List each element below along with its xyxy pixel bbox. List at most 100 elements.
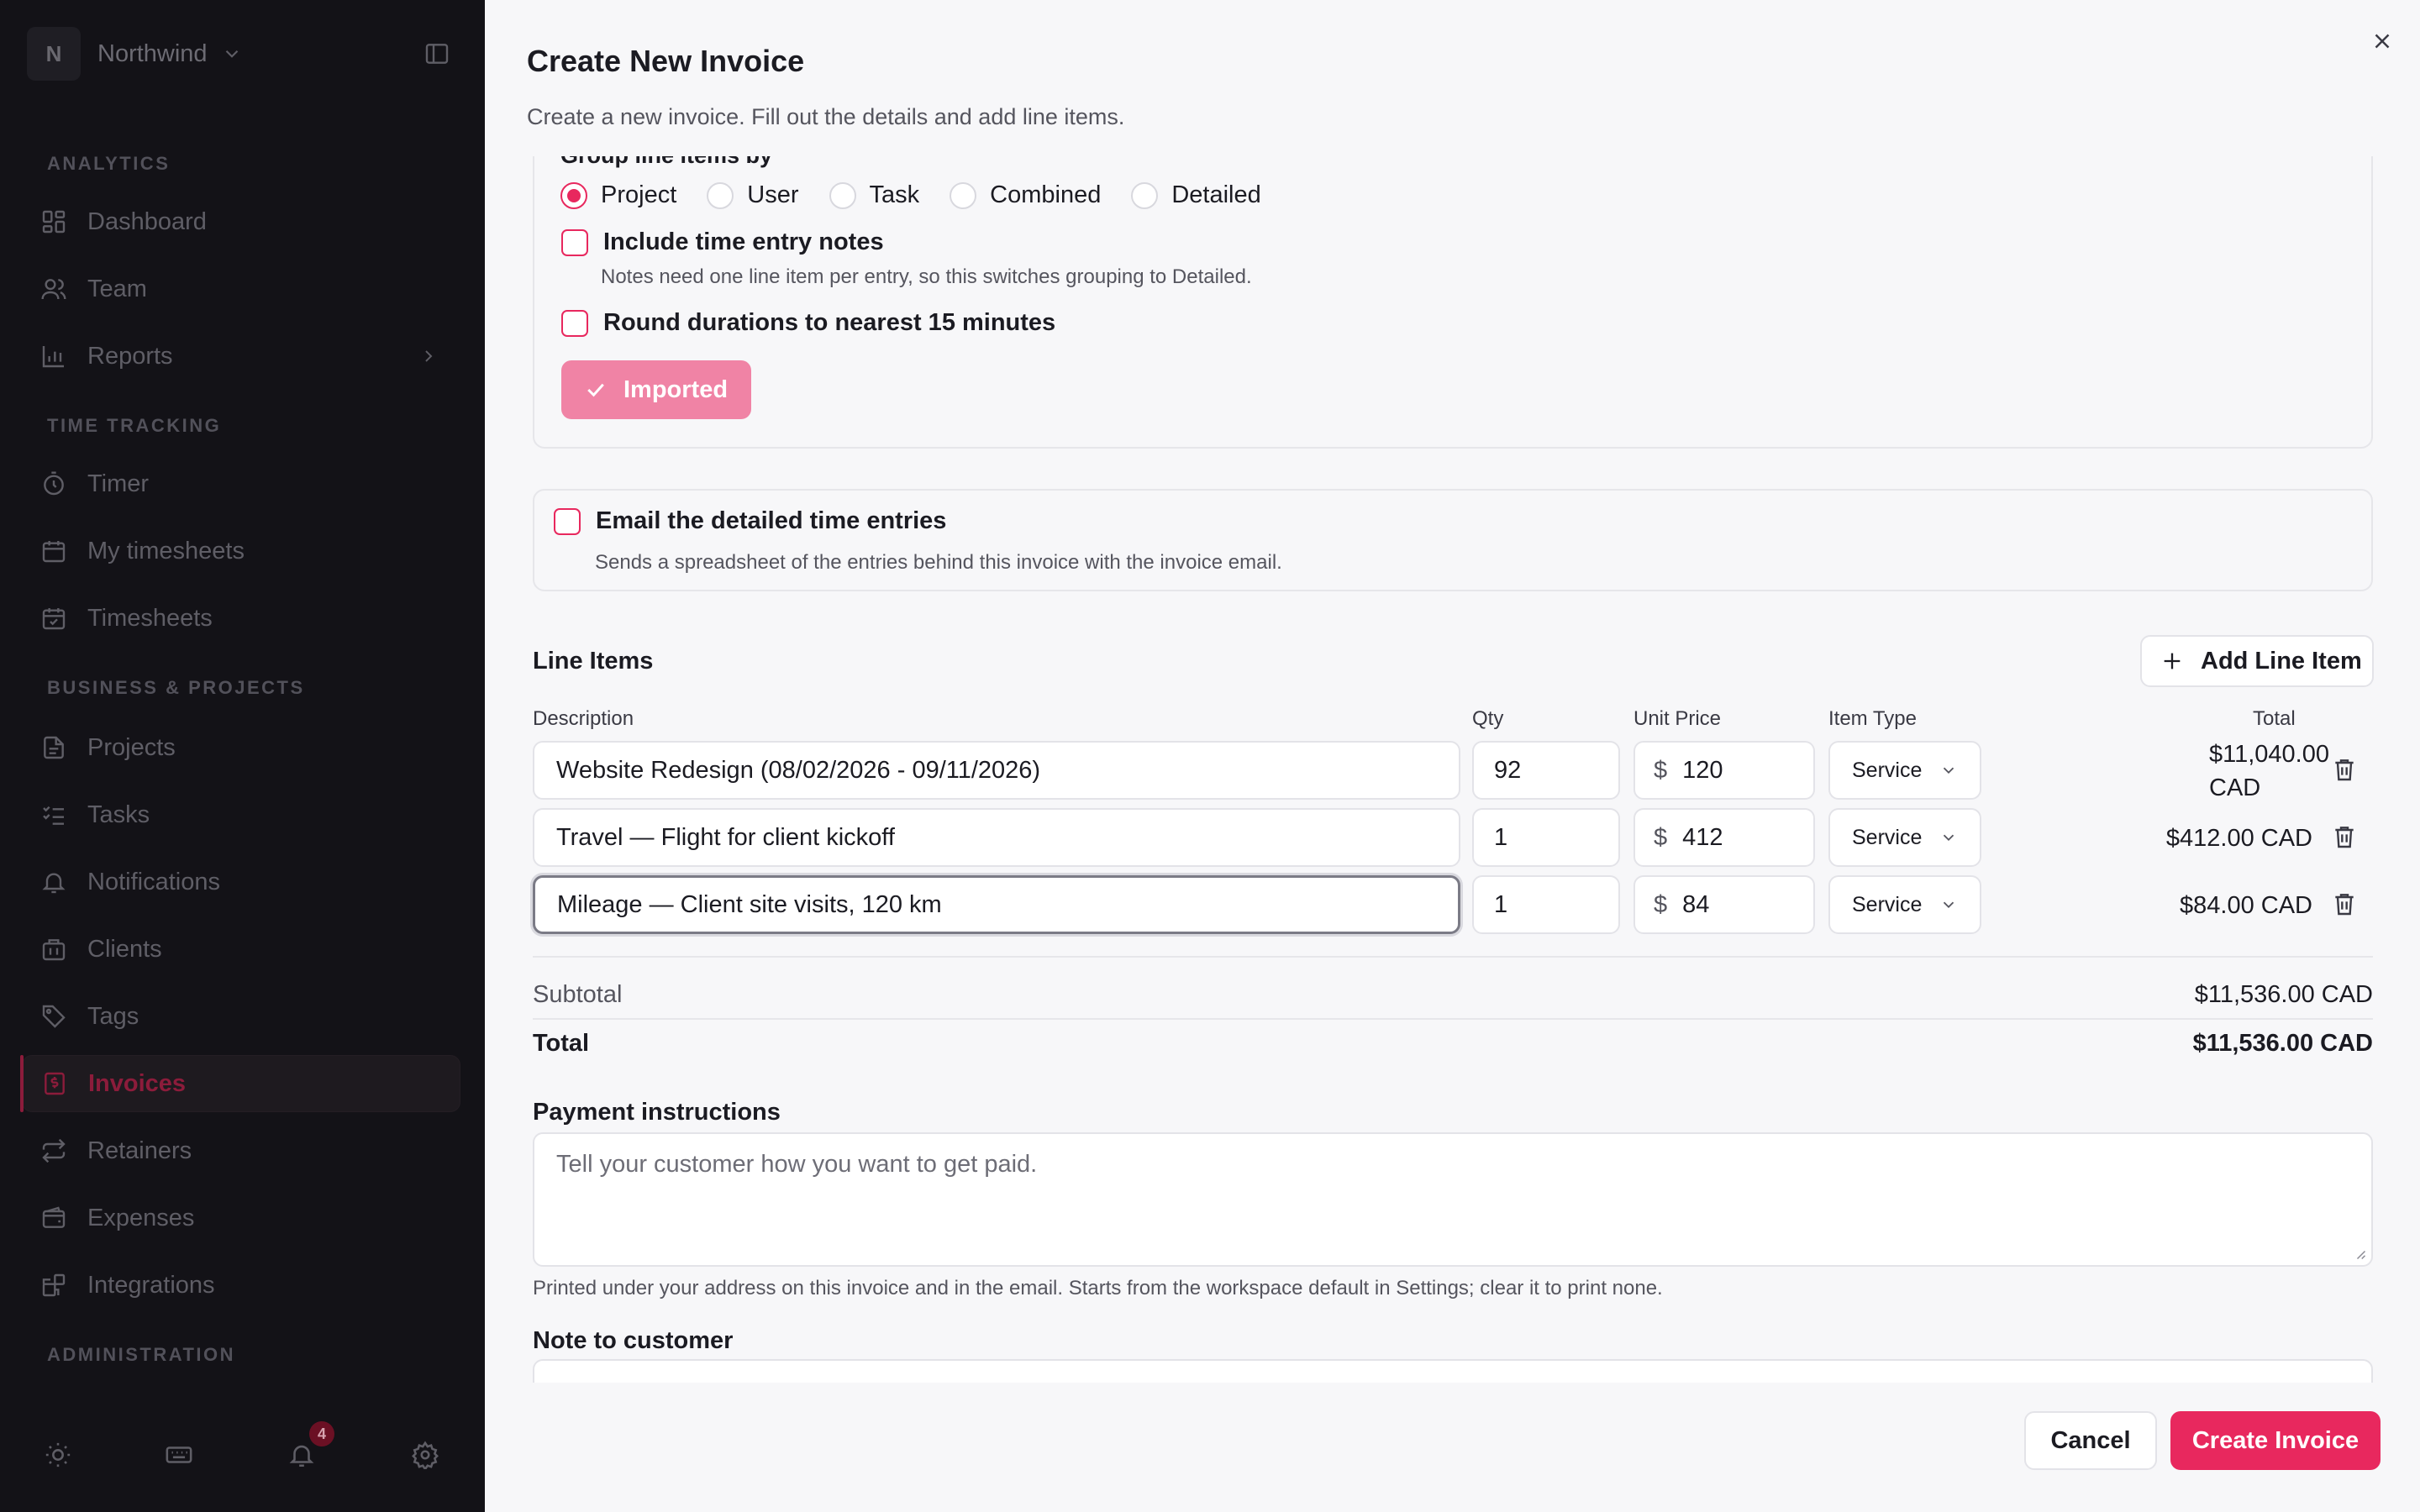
- radio-combined[interactable]: Combined: [950, 181, 1101, 209]
- create-invoice-button[interactable]: Create Invoice: [2170, 1411, 2381, 1470]
- radio-label: Detailed: [1171, 181, 1261, 208]
- list-check-icon: [43, 806, 64, 825]
- close-icon[interactable]: [2370, 29, 2395, 54]
- sidebar-toggle-icon[interactable]: [424, 40, 450, 67]
- item-type-select[interactable]: Service: [1828, 741, 1981, 800]
- email-entries-option[interactable]: Email the detailed time entries: [554, 507, 946, 535]
- radio-user[interactable]: User: [707, 181, 799, 209]
- subtotal-label: Subtotal: [533, 981, 623, 1008]
- resize-handle-icon[interactable]: [2351, 1245, 2366, 1260]
- description-input[interactable]: Website Redesign (08/02/2026 - 09/11/202…: [533, 741, 1460, 800]
- qty-input[interactable]: 1: [1472, 808, 1620, 867]
- qty-input[interactable]: 92: [1472, 741, 1620, 800]
- include-notes-checkbox[interactable]: [561, 228, 588, 256]
- sidebar-item-expenses[interactable]: Expenses: [22, 1189, 460, 1247]
- sidebar-item-notifications[interactable]: Notifications: [22, 853, 460, 911]
- unit-price-value: 120: [1682, 756, 1723, 784]
- chevron-down-icon: [1943, 901, 1954, 909]
- include-notes-option[interactable]: Include time entry notes: [561, 228, 884, 256]
- unit-price-input[interactable]: $ 412: [1634, 808, 1815, 867]
- sidebar-item-tags[interactable]: Tags: [22, 988, 460, 1045]
- payment-instructions-textarea[interactable]: Tell your customer how you want to get p…: [533, 1132, 2373, 1267]
- line-total: $412.00 CAD: [2165, 825, 2312, 852]
- radio-button[interactable]: [950, 181, 977, 209]
- trash-icon[interactable]: [2331, 756, 2358, 783]
- tag-icon: [42, 1005, 66, 1028]
- sidebar-item-label: Timer: [87, 470, 150, 497]
- dialog-body[interactable]: Group line items by Project User Task Co…: [485, 156, 2420, 1383]
- sidebar-item-label: My timesheets: [87, 537, 245, 564]
- subtotal-value: $11,536.00 CAD: [2194, 981, 2373, 1008]
- add-line-item-button[interactable]: Add Line Item: [2140, 635, 2374, 687]
- item-type-select[interactable]: Service: [1828, 808, 1981, 867]
- radio-label: Combined: [990, 181, 1102, 208]
- radio-button[interactable]: [1131, 181, 1159, 209]
- gear-icon[interactable]: [411, 1441, 439, 1469]
- sidebar-item-label: Timesheets: [87, 604, 213, 632]
- sun-icon[interactable]: [44, 1441, 72, 1469]
- sidebar-item-label: Integrations: [87, 1271, 215, 1299]
- check-icon: [587, 383, 604, 397]
- email-entries-checkbox[interactable]: [554, 507, 581, 535]
- sidebar-item-retainers[interactable]: Retainers: [22, 1122, 460, 1179]
- group-by-label: Group line items by: [560, 156, 772, 169]
- round-durations-option[interactable]: Round durations to nearest 15 minutes: [561, 309, 1055, 337]
- sidebar-item-projects[interactable]: Projects: [22, 719, 460, 776]
- keyboard-icon[interactable]: [165, 1441, 193, 1469]
- sidebar-item-my-timesheets[interactable]: My timesheets: [22, 522, 460, 580]
- sidebar-item-reports[interactable]: Reports: [22, 328, 460, 385]
- radio-button[interactable]: [707, 181, 734, 209]
- cancel-button[interactable]: Cancel: [2024, 1411, 2157, 1470]
- sidebar-item-label: Retainers: [87, 1137, 192, 1164]
- chevron-down-icon: [1943, 834, 1954, 842]
- radio-task[interactable]: Task: [829, 181, 920, 209]
- radio-button[interactable]: [560, 181, 587, 209]
- dialog-title: Create New Invoice: [527, 44, 805, 78]
- sidebar-item-label: Tags: [87, 1002, 139, 1030]
- imported-button[interactable]: Imported: [561, 360, 751, 419]
- sidebar-item-label: Reports: [87, 342, 173, 370]
- radio-project[interactable]: Project: [560, 181, 676, 209]
- description-input[interactable]: Mileage — Client site visits, 120 km: [533, 875, 1460, 934]
- sidebar-item-invoices[interactable]: Invoices: [22, 1055, 460, 1112]
- trash-icon[interactable]: [2331, 823, 2358, 850]
- bell-icon[interactable]: [287, 1441, 316, 1469]
- sidebar-item-integrations[interactable]: Integrations: [22, 1257, 460, 1314]
- sidebar-item-tasks[interactable]: Tasks: [22, 786, 460, 843]
- dialog-footer: Cancel Create Invoice: [485, 1383, 2420, 1512]
- email-entries-label: Email the detailed time entries: [596, 507, 947, 534]
- dialog-subtitle: Create a new invoice. Fill out the detai…: [527, 104, 1125, 129]
- group-by-radio-group: Project User Task Combined Detailed: [560, 181, 1292, 209]
- radio-detailed[interactable]: Detailed: [1131, 181, 1261, 209]
- total-label: Total: [533, 1030, 590, 1057]
- bell-icon: [42, 873, 66, 894]
- bar-chart-icon: [42, 346, 64, 368]
- sidebar-item-team[interactable]: Team: [22, 260, 460, 318]
- sidebar-item-dashboard[interactable]: Dashboard: [22, 193, 460, 250]
- column-header-unit-price: Unit Price: [1634, 707, 1722, 730]
- item-type-select[interactable]: Service: [1828, 875, 1981, 934]
- radio-button[interactable]: [829, 181, 856, 209]
- radio-label: Task: [869, 181, 920, 208]
- include-notes-hint: Notes need one line item per entry, so t…: [601, 265, 1252, 288]
- round-durations-checkbox[interactable]: [561, 309, 588, 337]
- sidebar-item-timer[interactable]: Timer: [22, 455, 460, 512]
- sidebar-item-clients[interactable]: Clients: [22, 921, 460, 978]
- calendar-icon: [42, 541, 66, 563]
- sidebar-item-label: Notifications: [87, 868, 220, 895]
- trash-icon[interactable]: [2331, 890, 2358, 917]
- dashboard-icon: [42, 210, 66, 234]
- sidebar-item-timesheets[interactable]: Timesheets: [22, 590, 460, 647]
- unit-price-input[interactable]: $ 84: [1634, 875, 1815, 934]
- create-invoice-dialog: Create New Invoice Create a new invoice.…: [485, 0, 2420, 1512]
- note-to-customer-textarea[interactable]: [533, 1359, 2373, 1383]
- section-administration: ADMINISTRATION: [47, 1344, 236, 1365]
- unit-price-input[interactable]: $ 120: [1634, 741, 1815, 800]
- payment-instructions-label: Payment instructions: [533, 1099, 781, 1126]
- qty-input[interactable]: 1: [1472, 875, 1620, 934]
- email-entries-card: [533, 489, 2373, 591]
- description-input[interactable]: Travel — Flight for client kickoff: [533, 808, 1460, 867]
- building-icon: [42, 939, 66, 961]
- workspace-switcher[interactable]: N Northwind: [27, 27, 455, 81]
- item-type-value: Service: [1852, 825, 1923, 849]
